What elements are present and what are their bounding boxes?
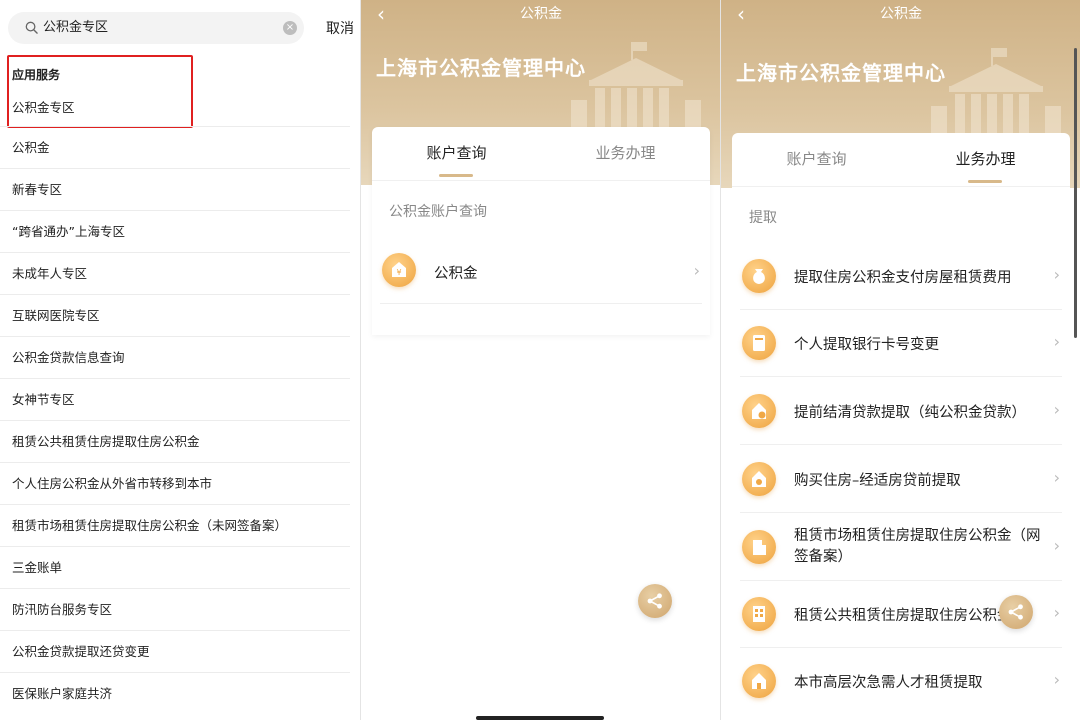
tab-business[interactable]: 业务办理	[901, 133, 1070, 187]
list-item[interactable]: 购买住房–经适房贷前提取 ›	[740, 445, 1062, 513]
group-label: 提取	[749, 210, 777, 226]
row-label: 提前结清贷款提取（纯公积金贷款）	[794, 405, 1026, 421]
money-bag-icon	[742, 259, 776, 293]
list-item[interactable]: 租赁公共租赁住房提取住房公积金	[0, 420, 350, 462]
bank-card-icon	[742, 326, 776, 360]
list-item[interactable]: 提取住房公积金支付房屋租赁费用 ›	[740, 243, 1062, 310]
scrollbar[interactable]	[1074, 48, 1077, 338]
search-bar[interactable]: 公积金专区 ×	[8, 12, 304, 44]
row-label: 本市高层次急需人才租赁提取	[794, 675, 983, 691]
list-item[interactable]: 三金账单	[0, 546, 350, 588]
row-label: 公积金	[434, 266, 478, 282]
list-item[interactable]: 公积金贷款信息查询	[0, 336, 350, 378]
chevron-right-icon: ›	[1053, 332, 1060, 351]
account-query-panel: ‹ 公积金 上海市公积金管理中心 账户查询 业务办理 公积金账户查询 ¥ 公积金…	[360, 0, 720, 720]
row-label: 提取住房公积金支付房屋租赁费用	[794, 270, 1012, 286]
home-indicator	[476, 716, 604, 720]
house-icon	[742, 462, 776, 496]
house-yuan-icon	[742, 394, 776, 428]
list-item[interactable]: ¥ 公积金 ›	[380, 246, 702, 304]
tab-account-query[interactable]: 账户查询	[732, 133, 901, 187]
search-results-panel: 公积金专区 × 取消 应用服务 公积金专区 公积金 新春专区 “跨省通办”上海专…	[0, 0, 360, 720]
section-title: 应用服务	[12, 68, 61, 82]
list-item[interactable]: 租赁市场租赁住房提取住房公积金（未网签备案）	[0, 504, 350, 546]
list-item[interactable]: 公积金贷款提取还贷变更	[0, 630, 350, 672]
share-icon	[647, 593, 662, 609]
share-icon	[1008, 604, 1023, 620]
list-item[interactable]: 个人住房公积金从外省市转移到本市	[0, 462, 350, 504]
list-item[interactable]: 租赁市场租赁住房提取住房公积金（网签备案） ›	[740, 513, 1062, 581]
hero-title: 上海市公积金管理中心	[376, 56, 586, 80]
list-item[interactable]: 本市高层次急需人才租赁提取 ›	[740, 648, 1062, 714]
list-item[interactable]: 提前结清贷款提取（纯公积金贷款） ›	[740, 377, 1062, 445]
group-label: 公积金账户查询	[389, 204, 487, 220]
account-card: 账户查询 业务办理 公积金账户查询 ¥ 公积金 ›	[372, 127, 710, 335]
chevron-right-icon: ›	[1053, 603, 1060, 622]
chevron-right-icon: ›	[1053, 536, 1060, 555]
talent-house-icon	[742, 664, 776, 698]
tab-bar: 账户查询 业务办理	[732, 133, 1070, 187]
tab-active-indicator	[968, 180, 1002, 183]
share-button[interactable]	[638, 584, 672, 618]
row-label: 个人提取银行卡号变更	[794, 337, 939, 353]
nav-title: 公积金	[520, 6, 562, 22]
hero-title: 上海市公积金管理中心	[736, 61, 946, 85]
chevron-right-icon: ›	[1053, 670, 1060, 689]
chevron-right-icon: ›	[1053, 468, 1060, 487]
building-illustration-icon	[931, 48, 1061, 146]
fund-icon: ¥	[382, 253, 416, 287]
result-item-top[interactable]: 公积金专区	[12, 97, 75, 116]
svg-text:¥: ¥	[396, 268, 401, 277]
list-item[interactable]: 个人提取银行卡号变更 ›	[740, 310, 1062, 377]
list-item[interactable]: 互联网医院专区	[0, 294, 350, 336]
building-rent-icon	[742, 530, 776, 564]
building-illustration-icon	[571, 42, 701, 140]
list-item[interactable]: 医保账户家庭共济	[0, 672, 350, 714]
list-item[interactable]: “跨省通办”上海专区	[0, 210, 350, 252]
chevron-right-icon: ›	[1053, 265, 1060, 284]
list-item[interactable]: 女神节专区	[0, 378, 350, 420]
row-label: 购买住房–经适房贷前提取	[794, 473, 961, 489]
tab-account-query[interactable]: 账户查询	[372, 127, 541, 181]
nav-title: 公积金	[880, 6, 922, 22]
list-item[interactable]: 新春专区	[0, 168, 350, 210]
chevron-right-icon: ›	[693, 261, 700, 280]
tab-bar: 账户查询 业务办理	[372, 127, 710, 181]
list-item[interactable]: 公积金	[0, 126, 350, 168]
share-button[interactable]	[999, 595, 1033, 629]
tab-active-indicator	[439, 174, 473, 177]
public-housing-icon	[742, 597, 776, 631]
chevron-right-icon: ›	[1053, 400, 1060, 419]
clear-icon[interactable]: ×	[283, 21, 297, 35]
search-input[interactable]: 公积金专区	[43, 12, 283, 44]
search-icon	[25, 21, 38, 34]
tab-business[interactable]: 业务办理	[541, 127, 710, 181]
row-label: 租赁公共租赁住房提取住房公积金	[794, 608, 1012, 624]
search-result-list: 公积金 新春专区 “跨省通办”上海专区 未成年人专区 互联网医院专区 公积金贷款…	[0, 126, 350, 714]
list-item[interactable]: 未成年人专区	[0, 252, 350, 294]
business-card: 账户查询 业务办理 提取 提取住房公积金支付房屋租赁费用 › 个人提取银行卡号变…	[732, 133, 1070, 720]
business-panel: ‹ 公积金 上海市公积金管理中心 账户查询 业务办理 提取 提取住房公积金支付房…	[720, 0, 1080, 720]
row-label: 租赁市场租赁住房提取住房公积金（网签备案）	[794, 528, 1041, 565]
cancel-button[interactable]: 取消	[326, 18, 354, 38]
list-item[interactable]: 防汛防台服务专区	[0, 588, 350, 630]
